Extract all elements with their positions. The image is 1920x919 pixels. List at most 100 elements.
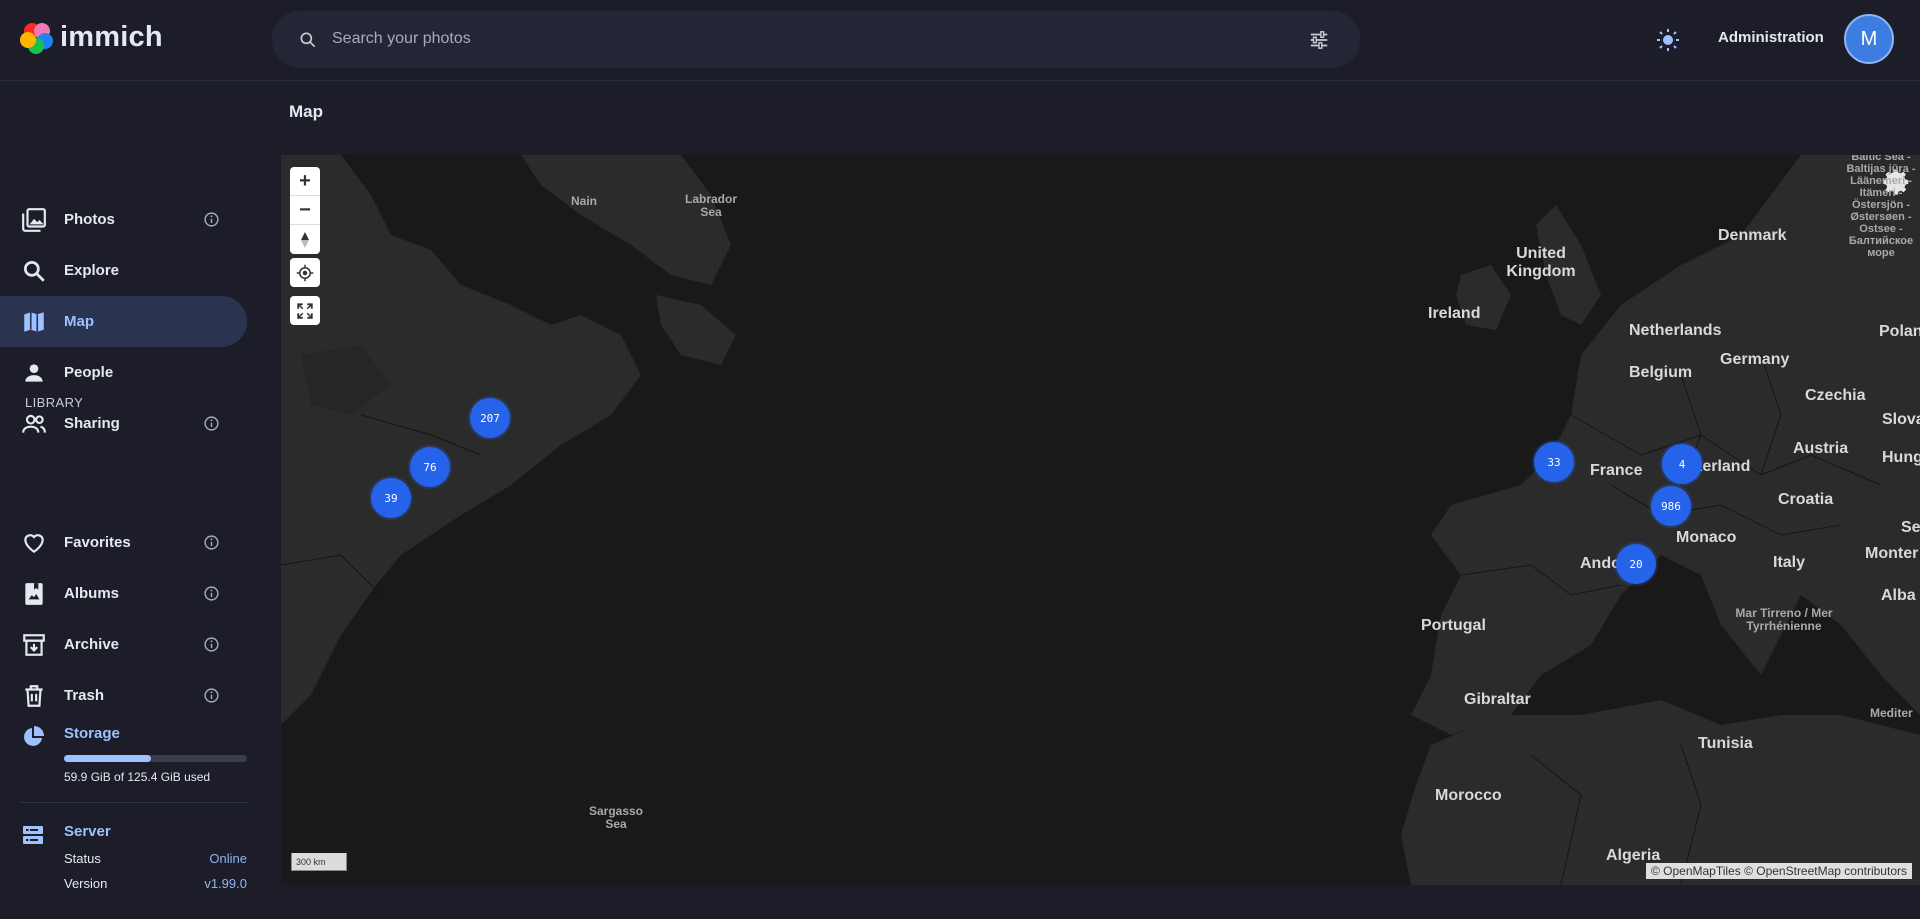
search-icon (300, 32, 316, 48)
tune-icon[interactable] (1308, 29, 1330, 51)
person-icon (25, 364, 43, 382)
map-label-sargasso-sea: Sargasso Sea (588, 804, 644, 831)
map-label-united-kingdom: United Kingdom (1506, 245, 1576, 280)
map-label-denmark: Denmark (1718, 227, 1787, 244)
sidebar-item-trash[interactable]: Trash (0, 670, 247, 721)
administration-link[interactable]: Administration (1718, 29, 1824, 46)
map-label-ireland: Ireland (1428, 305, 1481, 322)
zoom-in-button[interactable]: + (290, 167, 320, 196)
info-icon[interactable] (203, 636, 220, 653)
storage-progress-fill (64, 755, 152, 762)
server-status-row: Status Online (64, 851, 247, 866)
sidebar-item-label: Archive (64, 636, 120, 653)
storage-pie-icon (24, 726, 44, 746)
sidebar-item-map[interactable]: Map (0, 296, 247, 347)
map-label-monaco: Monaco (1676, 529, 1737, 546)
photo-cluster[interactable]: 76 (410, 447, 450, 487)
app-name: immich (60, 20, 163, 53)
map-label-hungary: Hung (1882, 449, 1920, 466)
map-label-croatia: Croatia (1778, 491, 1834, 508)
geolocate-button[interactable] (290, 258, 320, 287)
map-label-poland: Polan (1879, 323, 1920, 340)
map-label-gibraltar: Gibraltar (1464, 691, 1531, 708)
search-bar[interactable]: Search your photos (272, 11, 1360, 68)
reset-bearing-button[interactable] (290, 225, 320, 254)
sidebar-item-label: Sharing (64, 415, 120, 432)
photo-cluster[interactable]: 986 (1651, 486, 1691, 526)
server-version-value[interactable]: v1.99.0 (204, 876, 247, 891)
map-label-andorra: Ando (1580, 555, 1621, 572)
search-input[interactable]: Search your photos (332, 30, 471, 48)
map-label-serbia: Se (1901, 519, 1920, 536)
sidebar-item-archive[interactable]: Archive (0, 619, 247, 670)
info-icon[interactable] (203, 534, 220, 551)
heart-icon (24, 534, 44, 553)
immich-logo-icon (20, 23, 53, 54)
sidebar-item-favorites[interactable]: Favorites (0, 517, 247, 568)
compass-icon (301, 231, 309, 248)
library-section-label: LIBRARY (25, 395, 84, 410)
map-attribution[interactable]: © OpenMapTiles © OpenStreetMap contribut… (1645, 863, 1912, 879)
storage-usage-text: 59.9 GiB of 125.4 GiB used (64, 770, 211, 784)
sidebar: Photos Explore Map People Sharing LIBRAR… (0, 81, 272, 919)
photo-cluster[interactable]: 207 (470, 398, 510, 438)
info-icon[interactable] (203, 415, 220, 432)
storage-title: Storage (64, 725, 120, 742)
user-avatar[interactable]: M (1844, 14, 1894, 64)
map-label-montenegro: Monter (1865, 545, 1919, 562)
people-icon (22, 414, 46, 433)
server-version-label: Version (64, 876, 108, 891)
map-label-netherlands: Netherlands (1629, 322, 1722, 339)
info-icon[interactable] (203, 687, 220, 704)
photo-cluster[interactable]: 33 (1534, 442, 1574, 482)
sidebar-item-label: Favorites (64, 534, 131, 551)
zoom-out-button[interactable]: − (290, 196, 320, 225)
server-icon (23, 826, 43, 844)
sidebar-item-explore[interactable]: Explore (0, 245, 247, 296)
app-logo[interactable]: immich (20, 20, 163, 54)
map-label-morocco: Morocco (1435, 787, 1502, 804)
sun-icon[interactable] (1656, 28, 1680, 52)
sidebar-item-albums[interactable]: Albums (0, 568, 247, 619)
fullscreen-button[interactable] (290, 296, 320, 325)
map-zoom-controls: + − (290, 167, 320, 254)
photo-cluster[interactable]: 4 (1662, 444, 1702, 484)
fullscreen-icon (297, 302, 313, 319)
map-label-portugal: Portugal (1421, 617, 1486, 634)
page-title: Map (289, 102, 323, 121)
server-version-row: Version v1.99.0 (64, 876, 247, 891)
map-label-albania: Alba (1881, 587, 1916, 604)
photos-icon (22, 208, 46, 232)
map-label-belgium: Belgium (1629, 364, 1693, 381)
sidebar-item-photos[interactable]: Photos (0, 194, 247, 245)
sidebar-item-favorites[interactable] (0, 436, 247, 487)
top-bar: immich Search your photos Administration… (0, 0, 1920, 81)
map-icon (24, 312, 44, 332)
map-view[interactable]: + − Nain Labrador Sea Sargasso Sea Unite… (281, 155, 1920, 885)
map-label-tyrrhenian-sea: Mar Tirreno / Mer Tyrrhénienne (1735, 606, 1833, 633)
sidebar-item-label: Map (64, 313, 94, 330)
archive-icon (23, 634, 45, 656)
map-label-italy: Italy (1773, 554, 1806, 571)
map-label-austria: Austria (1793, 440, 1849, 457)
sidebar-item-label: Photos (64, 211, 115, 228)
trash-icon (25, 685, 43, 707)
info-icon[interactable] (203, 211, 220, 228)
photo-cluster[interactable]: 39 (371, 478, 411, 518)
storage-progress-bar (64, 755, 247, 762)
map-label-nain: Nain (571, 194, 598, 208)
map-label-mediterranean: Mediter (1870, 706, 1913, 720)
crosshair-icon (296, 264, 314, 281)
map-label-czechia: Czechia (1805, 387, 1866, 404)
map-label-germany: Germany (1720, 351, 1790, 368)
map-label-baltic-sea: Baltic Sea - Baltijas jūra - Läänemeri -… (1846, 155, 1916, 259)
photo-cluster[interactable]: 20 (1616, 544, 1656, 584)
map-scale: 300 km (291, 853, 347, 871)
server-status-label: Status (64, 851, 101, 866)
album-icon (25, 583, 43, 605)
server-status-value: Online (209, 851, 247, 866)
sidebar-item-label: People (64, 364, 114, 381)
map-label-tunisia: Tunisia (1698, 735, 1753, 752)
sidebar-item-people[interactable]: People (0, 347, 247, 398)
info-icon[interactable] (203, 585, 220, 602)
